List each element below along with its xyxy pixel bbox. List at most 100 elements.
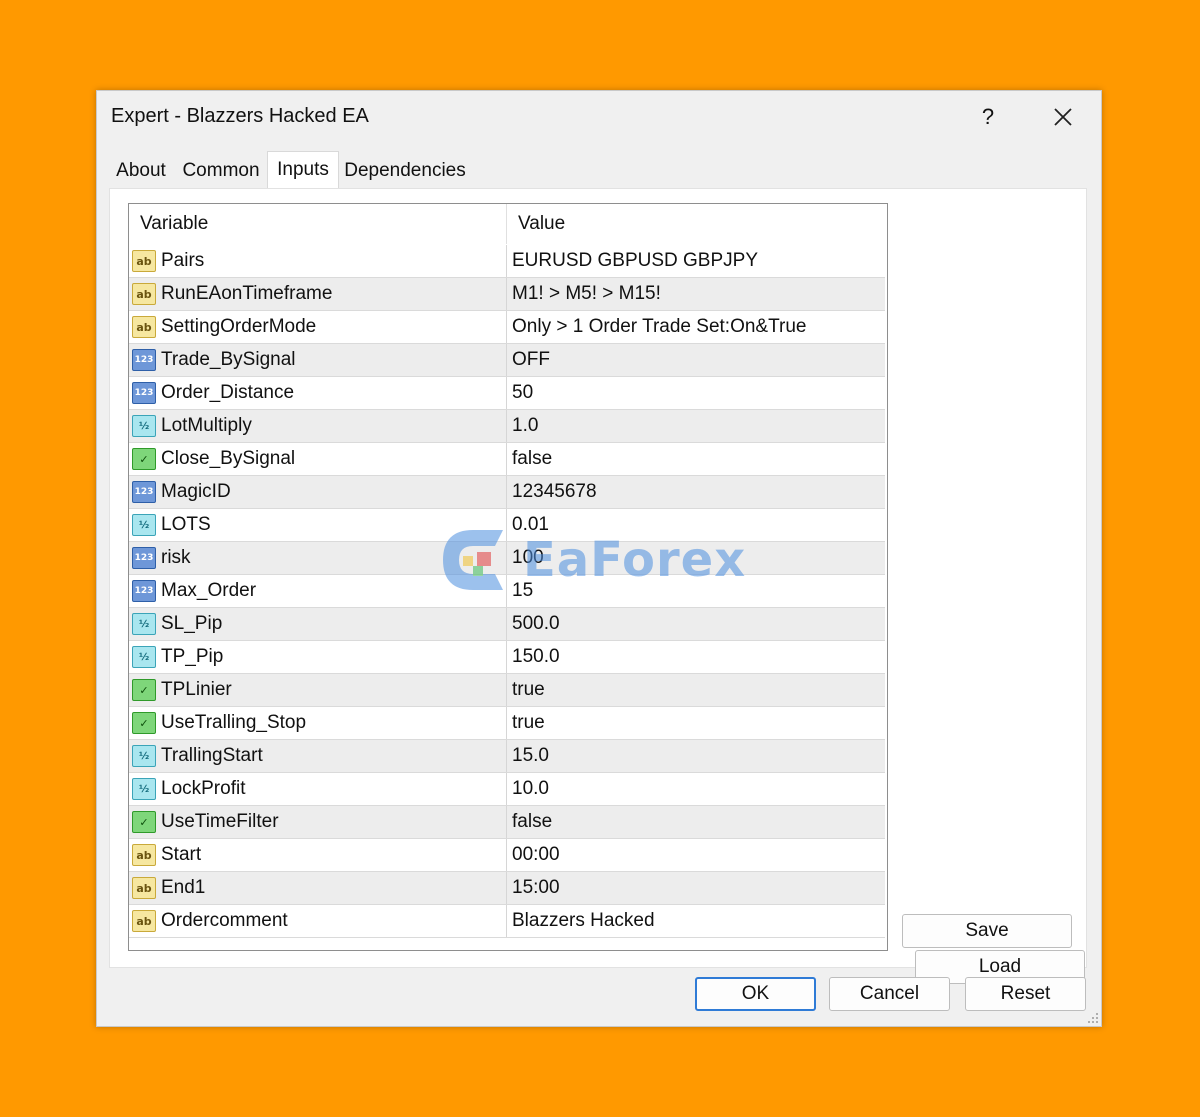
variable-cell[interactable]: 123 Trade_BySignal — [129, 344, 507, 376]
value-cell[interactable]: true — [507, 674, 885, 706]
table-row[interactable]: ½ SL_Pip 500.0 — [129, 608, 885, 641]
variable-cell[interactable]: ½ TP_Pip — [129, 641, 507, 673]
string-type-icon: ab — [132, 283, 156, 305]
variable-name: End1 — [161, 877, 206, 898]
help-button[interactable]: ? — [968, 99, 1008, 135]
value-cell[interactable]: 100 — [507, 542, 885, 574]
table-row[interactable]: 123 risk 100 — [129, 542, 885, 575]
variable-cell[interactable]: 123 Max_Order — [129, 575, 507, 607]
table-row[interactable]: ½ LockProfit 10.0 — [129, 773, 885, 806]
variable-cell[interactable]: ½ LOTS — [129, 509, 507, 541]
table-row[interactable]: ✓ UseTimeFilter false — [129, 806, 885, 839]
tab-dependencies[interactable]: Dependencies — [343, 155, 467, 187]
bool-type-icon: ✓ — [132, 811, 156, 833]
value-cell[interactable]: 50 — [507, 377, 885, 409]
variable-cell[interactable]: 123 risk — [129, 542, 507, 574]
value-cell[interactable]: 15:00 — [507, 872, 885, 904]
bool-type-icon: ✓ — [132, 712, 156, 734]
integer-type-icon: 123 — [132, 481, 156, 503]
value-cell[interactable]: 15.0 — [507, 740, 885, 772]
table-row[interactable]: ab Start 00:00 — [129, 839, 885, 872]
integer-type-icon: 123 — [132, 349, 156, 371]
string-type-icon: ab — [132, 844, 156, 866]
variable-cell[interactable]: ✓ UseTimeFilter — [129, 806, 507, 838]
value-cell[interactable]: OFF — [507, 344, 885, 376]
value-cell[interactable]: 1.0 — [507, 410, 885, 442]
variable-name: Pairs — [161, 250, 205, 271]
variable-name: Max_Order — [161, 580, 257, 601]
value-cell[interactable]: M1! > M5! > M15! — [507, 278, 885, 310]
table-row[interactable]: ab Ordercomment Blazzers Hacked — [129, 905, 885, 938]
value-cell[interactable]: Blazzers Hacked — [507, 905, 885, 937]
value-cell[interactable]: 10.0 — [507, 773, 885, 805]
table-row[interactable]: ½ LOTS 0.01 — [129, 509, 885, 542]
table-row[interactable]: ab RunEAonTimeframe M1! > M5! > M15! — [129, 278, 885, 311]
table-row[interactable]: ab End1 15:00 — [129, 872, 885, 905]
ok-button[interactable]: OK — [695, 977, 816, 1011]
table-row[interactable]: ab SettingOrderMode Only > 1 Order Trade S… — [129, 311, 885, 344]
variable-cell[interactable]: ab Start — [129, 839, 507, 871]
variable-cell[interactable]: ✓ UseTralling_Stop — [129, 707, 507, 739]
table-row[interactable]: 123 Max_Order 15 — [129, 575, 885, 608]
variable-cell[interactable]: ½ LockProfit — [129, 773, 507, 805]
value-cell[interactable]: true — [507, 707, 885, 739]
value-cell[interactable]: 0.01 — [507, 509, 885, 541]
value-cell[interactable]: 15 — [507, 575, 885, 607]
save-button[interactable]: Save — [902, 914, 1072, 948]
variable-name: LockProfit — [161, 778, 246, 799]
table-row[interactable]: 123 Order_Distance 50 — [129, 377, 885, 410]
variable-cell[interactable]: ½ SL_Pip — [129, 608, 507, 640]
variable-cell[interactable]: ab SettingOrderMode — [129, 311, 507, 343]
table-row[interactable]: ½ TP_Pip 150.0 — [129, 641, 885, 674]
variable-cell[interactable]: ab Ordercomment — [129, 905, 507, 937]
variable-cell[interactable]: ab End1 — [129, 872, 507, 904]
reset-button[interactable]: Reset — [965, 977, 1086, 1011]
tab-common[interactable]: Common — [179, 155, 263, 187]
tab-about[interactable]: About — [109, 155, 173, 187]
variable-name: Trade_BySignal — [161, 349, 296, 370]
variable-name: MagicID — [161, 481, 231, 502]
value-cell[interactable]: EURUSD GBPUSD GBPJPY — [507, 245, 885, 277]
value-cell[interactable]: Only > 1 Order Trade Set:On&True — [507, 311, 885, 343]
value-cell[interactable]: false — [507, 443, 885, 475]
close-button[interactable] — [1043, 99, 1083, 135]
variable-name: TrallingStart — [161, 745, 263, 766]
column-header-variable[interactable]: Variable — [129, 204, 507, 244]
value-cell[interactable]: false — [507, 806, 885, 838]
table-row[interactable]: ½ LotMultiply 1.0 — [129, 410, 885, 443]
variable-name: LotMultiply — [161, 415, 252, 436]
double-type-icon: ½ — [132, 613, 156, 635]
variable-cell[interactable]: 123 MagicID — [129, 476, 507, 508]
variable-name: UseTimeFilter — [161, 811, 279, 832]
table-row[interactable]: ½ TrallingStart 15.0 — [129, 740, 885, 773]
table-row[interactable]: ✓ TPLinier true — [129, 674, 885, 707]
table-row[interactable]: 123 MagicID 12345678 — [129, 476, 885, 509]
variable-cell[interactable]: ab RunEAonTimeframe — [129, 278, 507, 310]
expert-dialog: Expert - Blazzers Hacked EA ? About Comm… — [96, 90, 1102, 1027]
variable-cell[interactable]: ab Pairs — [129, 245, 507, 277]
table-row[interactable]: ✓ UseTralling_Stop true — [129, 707, 885, 740]
tab-inputs[interactable]: Inputs — [267, 151, 339, 188]
value-cell[interactable]: 150.0 — [507, 641, 885, 673]
value-cell[interactable]: 500.0 — [507, 608, 885, 640]
cancel-button[interactable]: Cancel — [829, 977, 950, 1011]
resize-grip-icon[interactable] — [1087, 1012, 1099, 1024]
value-cell[interactable]: 12345678 — [507, 476, 885, 508]
table-row[interactable]: 123 Trade_BySignal OFF — [129, 344, 885, 377]
value-cell[interactable]: 00:00 — [507, 839, 885, 871]
bool-type-icon: ✓ — [132, 448, 156, 470]
column-header-value[interactable]: Value — [507, 204, 887, 244]
title-bar: Expert - Blazzers Hacked EA ? — [97, 91, 1101, 143]
variable-cell[interactable]: 123 Order_Distance — [129, 377, 507, 409]
variable-name: Ordercomment — [161, 910, 288, 931]
variable-name: Close_BySignal — [161, 448, 296, 469]
variable-cell[interactable]: ✓ TPLinier — [129, 674, 507, 706]
double-type-icon: ½ — [132, 745, 156, 767]
double-type-icon: ½ — [132, 778, 156, 800]
variable-cell[interactable]: ✓ Close_BySignal — [129, 443, 507, 475]
table-row[interactable]: ab Pairs EURUSD GBPUSD GBPJPY — [129, 245, 885, 278]
variable-cell[interactable]: ½ TrallingStart — [129, 740, 507, 772]
variable-cell[interactable]: ½ LotMultiply — [129, 410, 507, 442]
table-row[interactable]: ✓ Close_BySignal false — [129, 443, 885, 476]
string-type-icon: ab — [132, 250, 156, 272]
